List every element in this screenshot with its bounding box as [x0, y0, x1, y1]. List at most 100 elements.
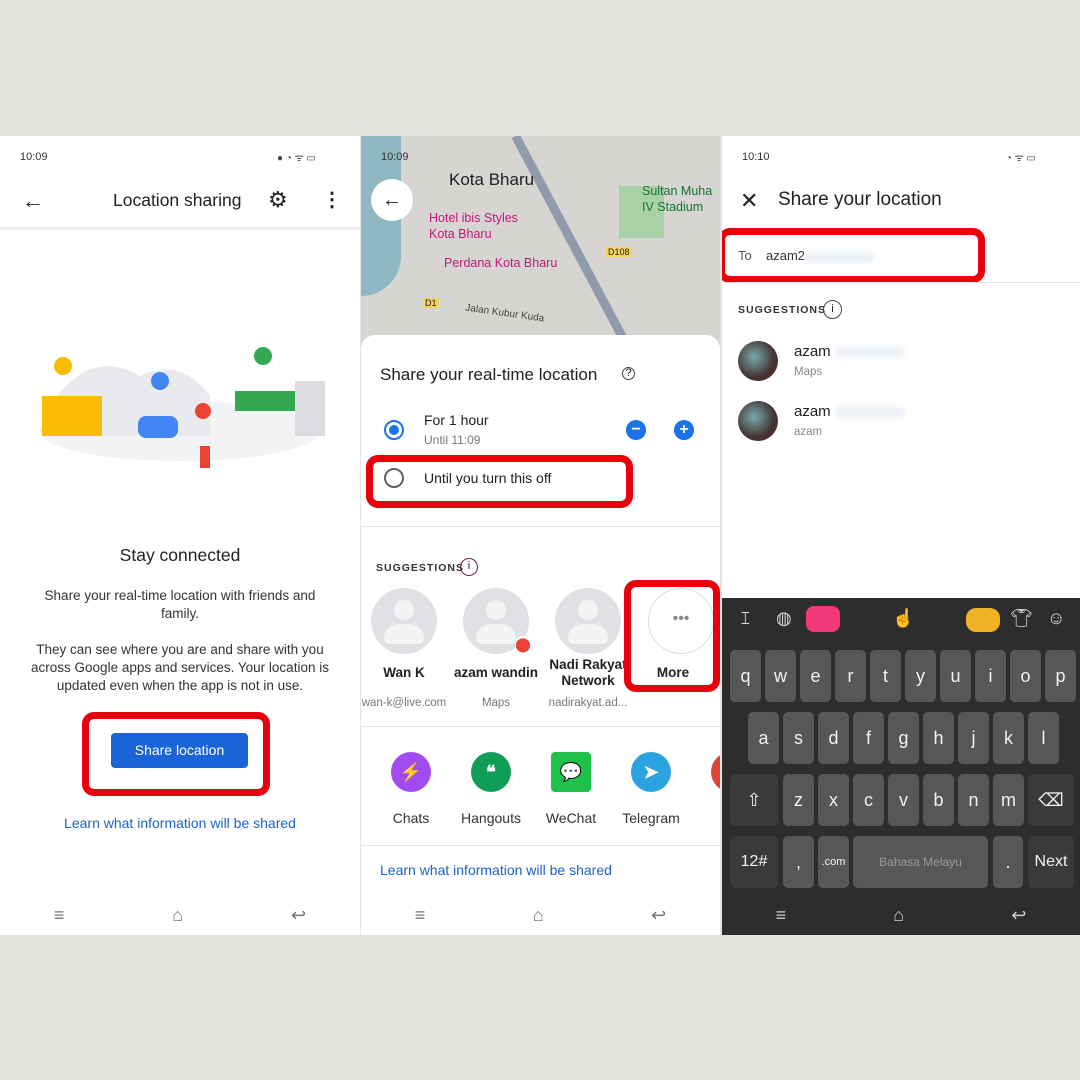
gesture-icon[interactable]: ☝: [892, 608, 914, 629]
home-icon[interactable]: ⌂: [172, 905, 183, 926]
back-button[interactable]: ←: [371, 179, 413, 221]
key-a[interactable]: a: [748, 712, 779, 764]
space-key[interactable]: Bahasa Melayu: [853, 836, 988, 888]
suggestion-avatar[interactable]: [371, 588, 437, 654]
back-icon[interactable]: ↩: [291, 905, 306, 926]
numbers-key[interactable]: 12#: [730, 836, 778, 888]
key-w[interactable]: w: [765, 650, 796, 702]
key-z[interactable]: z: [783, 774, 814, 826]
nav-bar: ≡ ⌂ ↩: [361, 895, 720, 935]
key-b[interactable]: b: [923, 774, 954, 826]
map-label-hotel[interactable]: Hotel ibis Styles Kota Bharu: [429, 210, 539, 242]
key-f[interactable]: f: [853, 712, 884, 764]
share-location-button[interactable]: Share location: [111, 733, 248, 768]
globe-icon[interactable]: ◍: [776, 608, 792, 629]
to-input[interactable]: azam2: [766, 248, 876, 263]
theme-icon[interactable]: 👕︎: [1010, 608, 1033, 629]
contact-sub: Maps: [794, 366, 822, 378]
cursor-icon[interactable]: 𝙸: [739, 608, 752, 629]
maps-pin-icon: ⬤: [515, 636, 531, 654]
game-icon[interactable]: [966, 608, 1000, 632]
key-k[interactable]: k: [993, 712, 1024, 764]
key-y[interactable]: y: [905, 650, 936, 702]
key-g[interactable]: g: [888, 712, 919, 764]
app-ch[interactable]: ◐ Ch: [691, 752, 720, 826]
learn-more-link[interactable]: Learn what information will be shared: [0, 815, 360, 831]
sheet-title: Share your real-time location: [380, 365, 598, 384]
key-p[interactable]: p: [1045, 650, 1076, 702]
key-q[interactable]: q: [730, 650, 761, 702]
map-label-perdana[interactable]: Perdana Kota Bharu: [444, 256, 557, 270]
page-title: Location sharing: [113, 190, 242, 210]
description-2: They can see where you are and share wit…: [31, 642, 329, 693]
key-n[interactable]: n: [958, 774, 989, 826]
avatar-body: [476, 624, 516, 644]
key-j[interactable]: j: [958, 712, 989, 764]
key-t[interactable]: t: [870, 650, 901, 702]
key-c[interactable]: c: [853, 774, 884, 826]
key-r[interactable]: r: [835, 650, 866, 702]
key-e[interactable]: e: [800, 650, 831, 702]
page-title: Share your location: [778, 189, 942, 210]
key-i[interactable]: i: [975, 650, 1006, 702]
next-key[interactable]: Next: [1028, 836, 1074, 888]
gear-icon[interactable]: ⚙: [268, 187, 288, 213]
app-hangouts[interactable]: ❝ Hangouts: [451, 752, 531, 826]
emoji-icon[interactable]: ☺: [1047, 608, 1065, 629]
key-d[interactable]: d: [818, 712, 849, 764]
key-x[interactable]: x: [818, 774, 849, 826]
menu-icon[interactable]: ≡: [415, 905, 426, 926]
period-key[interactable]: .: [993, 836, 1023, 888]
minus-button[interactable]: −: [626, 420, 646, 440]
learn-more-link[interactable]: Learn what information will be shared: [380, 862, 612, 878]
suggestion-sub: wan-k@live.com: [361, 697, 447, 709]
key-m[interactable]: m: [993, 774, 1024, 826]
comma-key[interactable]: ,: [783, 836, 814, 888]
menu-icon[interactable]: ≡: [54, 905, 65, 926]
key-v[interactable]: v: [888, 774, 919, 826]
help-icon[interactable]: ?: [622, 367, 635, 380]
info-icon[interactable]: i: [823, 300, 842, 319]
key-l[interactable]: l: [1028, 712, 1059, 764]
app-wechat[interactable]: 💬 WeChat: [531, 752, 611, 826]
sticker-icon[interactable]: [806, 606, 840, 632]
app-telegram[interactable]: ➤ Telegram: [611, 752, 691, 826]
plus-button[interactable]: +: [674, 420, 694, 440]
status-icons: ● ◔ ᯤ ▭: [277, 153, 316, 164]
back-icon[interactable]: ↩: [1011, 905, 1026, 926]
back-icon[interactable]: ↩: [651, 905, 666, 926]
contact-avatar: [738, 341, 778, 381]
info-icon[interactable]: i: [460, 558, 478, 576]
contact-sub-text: azam: [794, 426, 823, 438]
dotcom-key[interactable]: .com: [818, 836, 849, 888]
status-time: 10:09: [20, 151, 48, 163]
contact-name-text: azam: [794, 403, 831, 420]
suggestion-name[interactable]: azam wandin: [446, 665, 546, 681]
app-telegram-icon: ➤: [631, 752, 671, 792]
nav-bar: ≡ ⌂ ↩: [722, 895, 1080, 935]
app-chats[interactable]: ⚡ Chats: [371, 752, 451, 826]
back-arrow-icon[interactable]: ←: [22, 188, 44, 214]
menu-icon[interactable]: ≡: [776, 905, 787, 926]
suggestion-avatar[interactable]: ⬤: [463, 588, 531, 654]
more-vert-icon[interactable]: ⋮: [322, 187, 342, 212]
key-u[interactable]: u: [940, 650, 971, 702]
avatar-head: [578, 600, 598, 620]
shift-key[interactable]: ⇧: [730, 774, 778, 826]
key-o[interactable]: o: [1010, 650, 1041, 702]
radio-1-hour[interactable]: [384, 420, 404, 440]
close-icon[interactable]: ✕: [740, 188, 758, 214]
key-h[interactable]: h: [923, 712, 954, 764]
home-icon[interactable]: ⌂: [533, 905, 544, 926]
contact-name[interactable]: azam: [794, 403, 905, 420]
key-s[interactable]: s: [783, 712, 814, 764]
contact-name[interactable]: azam: [794, 343, 905, 360]
suggestion-name[interactable]: Wan K: [361, 665, 454, 681]
backspace-key[interactable]: ⌫: [1028, 774, 1074, 826]
suggestion-avatar[interactable]: [555, 588, 621, 654]
suggestion-sub: nadirakyat.ad...: [548, 697, 628, 709]
map[interactable]: 10:09 Kota Bharu Hotel ibis Styles Kota …: [361, 136, 720, 346]
option-label: For 1 hour: [424, 412, 489, 428]
map-label-stadium[interactable]: Sultan Muha IV Stadium: [642, 183, 720, 215]
home-icon[interactable]: ⌂: [893, 905, 904, 926]
